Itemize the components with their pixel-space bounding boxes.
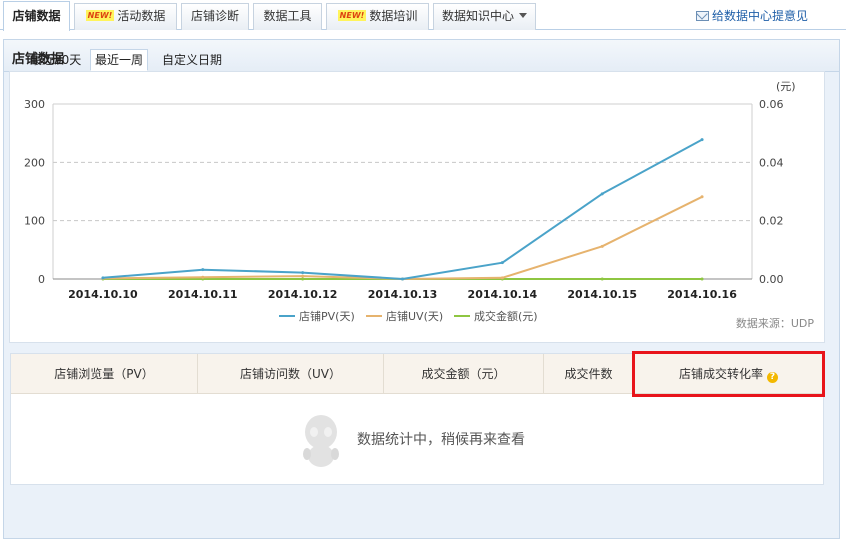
tab-data-tools[interactable]: 数据工具: [253, 3, 322, 30]
right-tick-label: 0.04: [759, 156, 784, 169]
metric-label: 成交件数: [564, 367, 613, 381]
empty-message: 数据统计中，稍候再来查看: [357, 432, 525, 448]
chart-container: 0 100 200 300 0.00 0.02 0.04 0.06 (元) 2014.10.10 2…: [9, 71, 825, 343]
tab-label: 店铺诊断: [190, 9, 239, 23]
x-tick-label: 2014.10.14: [468, 288, 538, 301]
right-tick-label: 0.06: [759, 98, 784, 111]
legend-label: 店铺UV(天): [386, 309, 443, 323]
x-tick-label: 2014.10.11: [168, 288, 238, 301]
metric-label: 成交金额（元）: [421, 367, 506, 381]
x-tick-label: 2014.10.12: [268, 288, 338, 301]
feedback-link[interactable]: 给数据中心提意见: [696, 7, 808, 24]
data-point: [301, 274, 305, 278]
empty-state: 数据统计中，稍候再来查看: [296, 410, 556, 472]
range-tab-label: 最近一周: [95, 53, 144, 67]
chevron-down-icon: [519, 13, 527, 18]
data-point: [201, 275, 205, 279]
series-line: [102, 138, 703, 280]
data-point: [600, 192, 604, 196]
data-point: [700, 138, 704, 142]
tab-label: 数据知识中心: [441, 9, 514, 23]
data-point: [600, 277, 604, 281]
right-tick-label: 0.02: [759, 215, 784, 228]
tab-data-training[interactable]: NEW! 数据培训: [326, 3, 429, 30]
range-tab-last-week[interactable]: 最近一周: [90, 49, 149, 71]
data-point: [301, 271, 305, 275]
metric-label: 店铺浏览量（PV）: [54, 367, 154, 381]
legend-label: 成交金额(元): [474, 309, 538, 323]
tab-label: 数据工具: [263, 9, 312, 23]
right-axis-unit: (元): [776, 80, 796, 93]
tab-label: 活动数据: [117, 9, 166, 23]
data-point: [401, 277, 404, 281]
tab-label: 店铺数据: [12, 9, 61, 23]
left-tick-label: 300: [24, 98, 45, 111]
data-point: [500, 276, 504, 280]
x-tick-label: 2014.10.15: [567, 288, 637, 301]
data-point: [301, 277, 305, 281]
metric-uv-header[interactable]: 店铺访问数（UV）: [198, 354, 384, 394]
range-tab-label: 自定义日期: [162, 53, 223, 67]
tab-store-data[interactable]: 店铺数据: [3, 1, 70, 31]
mail-icon: [696, 11, 709, 21]
data-point: [600, 244, 604, 248]
metric-pv-header[interactable]: 店铺浏览量（PV）: [11, 354, 198, 394]
new-badge: NEW!: [85, 10, 115, 21]
mascot-icon: [303, 415, 339, 467]
range-tab-last-30-days[interactable]: 最近30天: [25, 49, 86, 71]
data-point: [700, 195, 704, 199]
feedback-label: 给数据中心提意见: [712, 9, 809, 23]
metric-gmv-header[interactable]: 成交金额（元）: [384, 354, 544, 394]
x-tick-label: 2014.10.13: [368, 288, 438, 301]
x-tick-label: 2014.10.10: [68, 288, 138, 301]
data-point: [500, 261, 504, 265]
tab-store-diagnosis[interactable]: 店铺诊断: [181, 3, 249, 30]
left-tick-label: 200: [24, 156, 45, 169]
right-tick-label: 0.00: [759, 273, 784, 286]
line-chart: 0 100 200 300 0.00 0.02 0.04 0.06 (元) 2014.10.10 2…: [24, 80, 815, 330]
data-point: [201, 268, 205, 272]
data-point: [700, 277, 704, 281]
series-line: [102, 195, 703, 280]
tab-label: 数据培训: [369, 9, 418, 23]
tab-knowledge-center[interactable]: 数据知识中心: [433, 3, 536, 30]
legend-label: 店铺PV(天): [299, 309, 355, 323]
tab-activity-data[interactable]: NEW! 活动数据: [74, 3, 177, 30]
new-badge: NEW!: [337, 10, 367, 21]
range-tab-label: 最近30天: [30, 53, 82, 67]
range-tab-custom-date[interactable]: 自定义日期: [157, 49, 227, 71]
metric-label: 店铺访问数（UV）: [240, 367, 341, 381]
conversion-highlight-box: [632, 351, 825, 397]
data-source: 数据来源：UDP: [736, 316, 815, 330]
left-tick-label: 100: [24, 215, 45, 228]
data-point: [101, 276, 105, 280]
left-tick-label: 0: [38, 273, 45, 286]
x-tick-label: 2014.10.16: [667, 288, 737, 301]
metric-items-sold-header[interactable]: 成交件数: [544, 354, 634, 394]
top-nav: 店铺数据 NEW! 活动数据 店铺诊断 数据工具 NEW! 数据培训 数据知识中心 …: [0, 0, 846, 32]
